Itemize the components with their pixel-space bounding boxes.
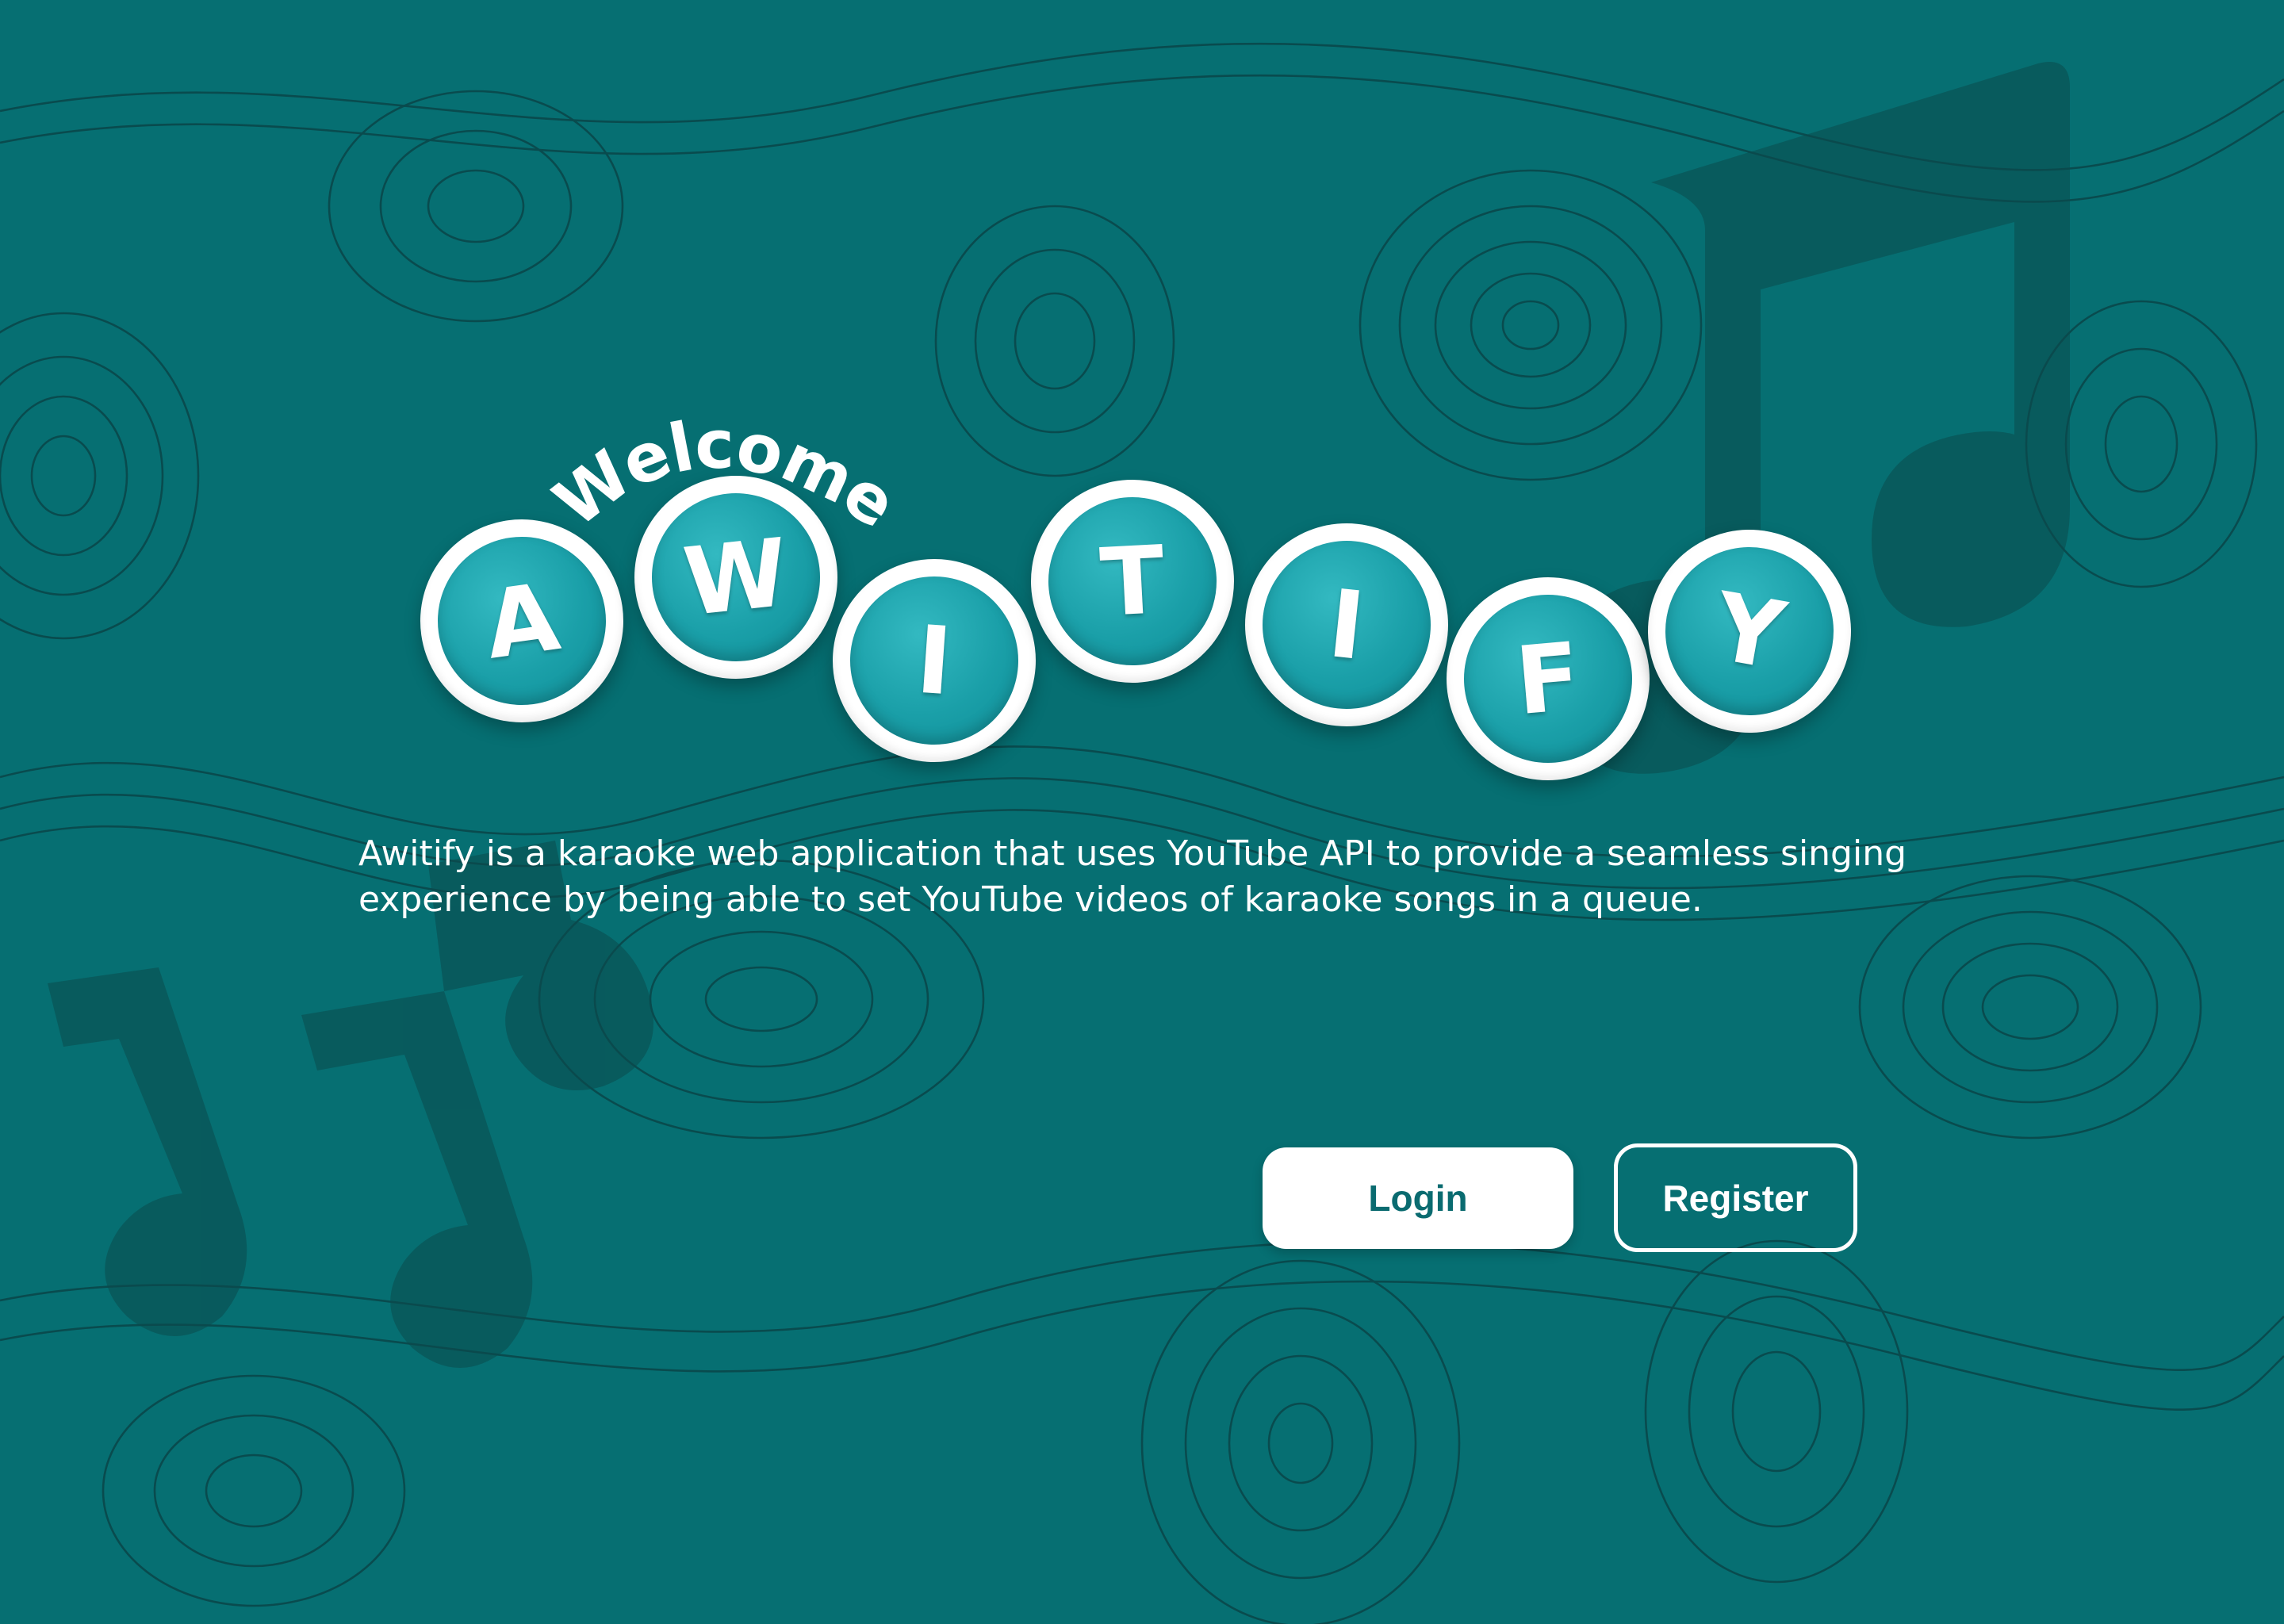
- app-description: Awitify is a karaoke web application tha…: [358, 833, 1907, 920]
- logo-glyph: W: [679, 517, 793, 638]
- logo-glyph: F: [1511, 621, 1585, 737]
- logo-glyph: Y: [1706, 571, 1793, 691]
- login-button[interactable]: Login: [1263, 1147, 1573, 1249]
- landing-page: Welcome to A W I T I F Y Awitify is a ka…: [0, 0, 2284, 1624]
- logo-glyph: A: [478, 561, 565, 680]
- register-button[interactable]: Register: [1614, 1143, 1857, 1252]
- logo-glyph: I: [913, 604, 956, 717]
- topographic-background: [0, 42, 2284, 1624]
- logo-glyph: T: [1098, 524, 1167, 638]
- logo-glyph: I: [1323, 569, 1370, 681]
